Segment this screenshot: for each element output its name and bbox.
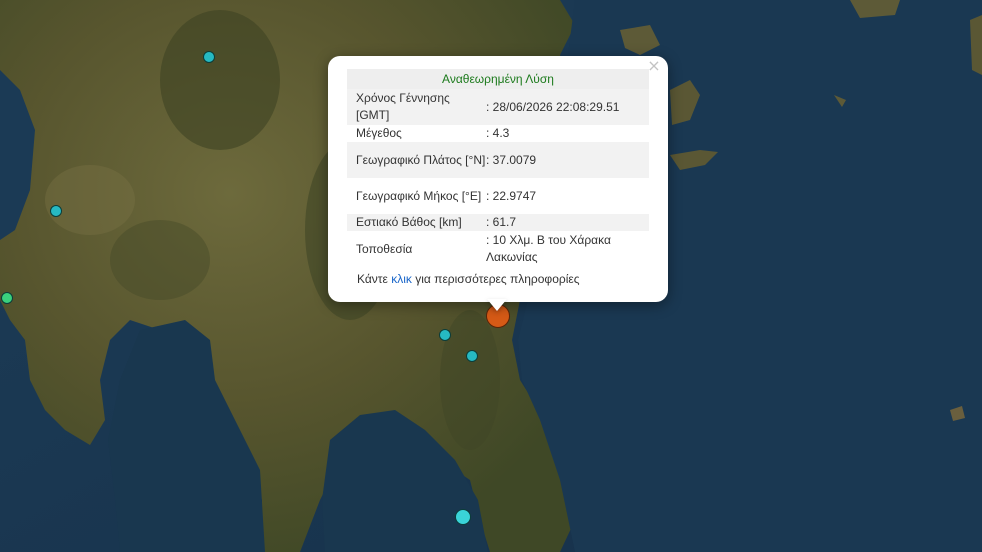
info-value: : 4.3 [486, 126, 510, 140]
mountain-shade [110, 220, 210, 300]
popup-title: Αναθεωρημένη Λύση [347, 69, 649, 89]
info-value: : 28/06/2026 22:08:29.51 [486, 99, 620, 114]
more-info-prefix: Κάντε [357, 272, 392, 286]
info-label: Μέγεθος [356, 126, 402, 140]
earthquake-marker[interactable] [466, 350, 478, 362]
info-row: Τοποθεσία : 10 Χλμ. Β του Χάρακα Λακωνίας [347, 231, 649, 267]
info-row: Χρόνος Γέννησης [GMT] : 28/06/2026 22:08:… [347, 89, 649, 125]
popup-body: Αναθεωρημένη Λύση Χρόνος Γέννησης [GMT]:… [347, 69, 649, 287]
popup-tip [487, 299, 507, 311]
info-row: Εστιακό Βάθος [km] : 61.7 [347, 214, 649, 231]
earthquake-info-popup: × Αναθεωρημένη Λύση Χρόνος Γέννησης [GMT… [328, 56, 668, 302]
info-label: Εστιακό Βάθος [km] [356, 215, 462, 229]
info-value: : 10 Χλμ. Β του Χάρακα Λακωνίας [486, 233, 611, 264]
info-row: Γεωγραφικό Μήκος [°E] : 22.9747 [347, 178, 649, 214]
earthquake-marker[interactable] [203, 51, 215, 63]
earthquake-marker[interactable] [1, 292, 13, 304]
more-info-link[interactable]: κλικ [391, 272, 412, 286]
mountain-shade [160, 10, 280, 150]
earthquake-marker[interactable] [50, 205, 62, 217]
info-row: Γεωγραφικό Πλάτος [°N]: 37.0079 [347, 142, 649, 178]
info-table: Χρόνος Γέννησης [GMT] : 28/06/2026 22:08:… [347, 89, 649, 267]
info-label: Γεωγραφικό Πλάτος [°N] [356, 152, 486, 167]
earthquake-marker[interactable] [439, 329, 451, 341]
more-info-line: Κάντε κλικ για περισσότερες πληροφορίες [347, 267, 649, 287]
info-label: Γεωγραφικό Μήκος [°E] [356, 188, 482, 203]
more-info-suffix: για περισσότερες πληροφορίες [411, 272, 580, 286]
info-label: Τοποθεσία [356, 241, 413, 256]
earthquake-marker[interactable] [455, 509, 471, 525]
info-label: Χρόνος Γέννησης [GMT] [356, 91, 450, 122]
plain-light [45, 165, 135, 235]
info-row: Μέγεθος : 4.3 [347, 125, 649, 142]
info-value: : 61.7 [486, 215, 517, 229]
info-value: : 37.0079 [486, 152, 537, 167]
info-value: : 22.9747 [486, 188, 537, 203]
